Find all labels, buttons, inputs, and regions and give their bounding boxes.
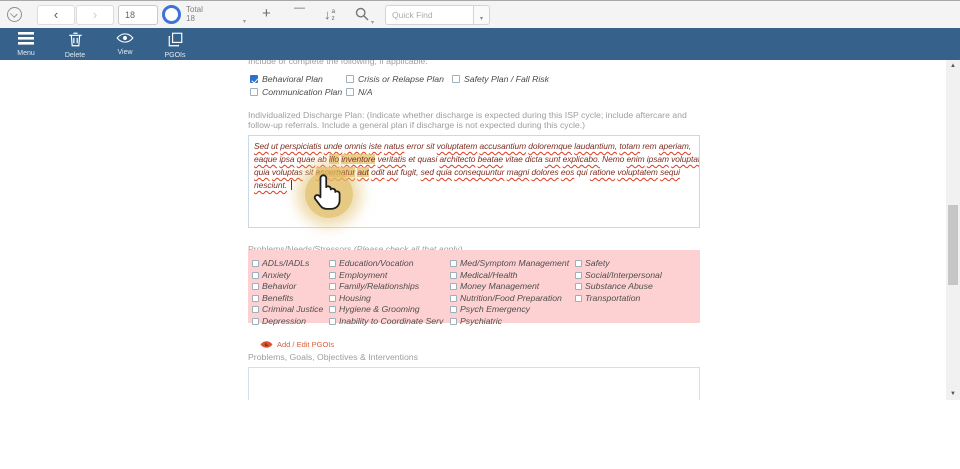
stressor-item: Substance Abuse [575, 276, 662, 288]
stressor-item: Benefits [252, 288, 323, 300]
sort-z-label: z [332, 15, 336, 22]
menubar-item-pgois[interactable]: PGOIs [152, 28, 198, 60]
total-value: 18 [186, 14, 195, 23]
stressor-item: Education/Vocation [329, 253, 443, 265]
communication-plan-checkbox[interactable] [250, 88, 258, 96]
vertical-scrollbar[interactable]: ▲ ▼ [946, 60, 960, 400]
scroll-down-arrow[interactable]: ▼ [946, 391, 960, 397]
discharge-plan-label: Individualized Discharge Plan: (Indicate… [248, 110, 703, 130]
pgoi-section-label: Problems, Goals, Objectives & Interventi… [248, 352, 418, 362]
checkbox-safety-plan: Safety Plan / Fall Risk [452, 69, 549, 87]
stressor-label: Transportation [585, 293, 640, 303]
stressor-checkbox[interactable] [252, 318, 259, 325]
stressor-item: Money Management [450, 276, 569, 288]
na-checkbox[interactable] [346, 88, 354, 96]
sort-arrow-icon: ↓ [324, 6, 331, 23]
search-dropdown-caret[interactable]: ▾ [371, 19, 374, 26]
stressor-label: Inability to Coordinate Serv [339, 316, 443, 326]
safety-plan-label: Safety Plan / Fall Risk [464, 74, 549, 84]
quick-find-input[interactable] [385, 5, 473, 25]
stressor-item: Criminal Justice [252, 299, 323, 311]
stressor-column-2: Education/VocationEmploymentFamily/Relat… [329, 253, 443, 322]
sort-a-label: a [332, 8, 336, 15]
stressors-checkbox-panel: ADLs/IADLsAnxietyBehaviorBenefitsCrimina… [248, 250, 700, 323]
pgoi-textarea[interactable] [248, 367, 700, 400]
stressor-item: Med/Symptom Management [450, 253, 569, 265]
hand-cursor-icon [306, 170, 346, 217]
eye-icon [260, 340, 273, 349]
scroll-up-arrow[interactable]: ▲ [946, 63, 960, 69]
safety-plan-checkbox[interactable] [452, 75, 460, 83]
stressor-item: Nutrition/Food Preparation [450, 288, 569, 300]
stressor-item: Safety [575, 253, 662, 265]
search-icon [355, 7, 369, 21]
stressor-item: Behavior [252, 276, 323, 288]
record-number-input[interactable] [118, 5, 158, 25]
add-edit-pgois-label: Add / Edit PGOIs [277, 340, 334, 349]
stressor-checkbox[interactable] [575, 295, 582, 302]
stressor-item: ADLs/IADLs [252, 253, 323, 265]
checkbox-communication-plan: Communication Plan [250, 82, 342, 100]
stressor-item: Social/Interpersonal [575, 265, 662, 277]
sort-button[interactable]: ↓ az [324, 6, 335, 23]
menubar-item-menu[interactable]: Menu [3, 28, 49, 60]
total-dropdown-caret[interactable]: ▾ [243, 18, 246, 25]
stressor-item: Inability to Coordinate Serv [329, 311, 443, 323]
stressor-checkbox[interactable] [450, 318, 457, 325]
total-ring-icon [162, 5, 181, 24]
stressor-item: Family/Relationships [329, 276, 443, 288]
add-record-button[interactable]: + [262, 5, 271, 22]
menubar-label: Delete [52, 52, 98, 60]
quick-find-dropdown-button[interactable]: ▾ [473, 5, 490, 25]
eye-icon [116, 32, 134, 44]
caret-down-icon: ▾ [480, 16, 483, 22]
stressor-item: Anxiety [252, 265, 323, 277]
stressor-column-1: ADLs/IADLsAnxietyBehaviorBenefitsCrimina… [252, 253, 323, 322]
collapse-toolbar-button[interactable] [7, 7, 22, 22]
search-button[interactable] [355, 7, 369, 26]
total-label: Total [186, 5, 203, 14]
hamburger-icon [18, 32, 34, 45]
stressor-checkbox[interactable] [329, 318, 336, 325]
stressor-column-4: SafetySocial/InterpersonalSubstance Abus… [575, 253, 662, 299]
action-menubar: Menu Delete View PGOIs [0, 28, 960, 60]
trash-icon [68, 32, 83, 47]
stressor-item: Employment [329, 265, 443, 277]
pages-icon [168, 32, 183, 47]
stressor-column-3: Med/Symptom ManagementMedical/HealthMone… [450, 253, 569, 322]
text-cursor [291, 180, 292, 190]
chevron-down-icon [11, 10, 18, 17]
menubar-label: PGOIs [152, 52, 198, 60]
menubar-item-delete[interactable]: Delete [52, 28, 98, 60]
stressor-item: Hygiene & Grooming [329, 299, 443, 311]
menubar-label: View [102, 49, 148, 57]
stressor-label: Psychiatric [460, 316, 502, 326]
application-window: Include or complete the following, if ap… [0, 0, 960, 400]
remove-record-button[interactable]: — [294, 2, 305, 14]
previous-record-button[interactable]: ‹ [37, 5, 75, 25]
communication-plan-label: Communication Plan [262, 87, 342, 97]
navigation-toolbar: ‹ › Total 18 ▾ + — ↓ az ▾ ▾ [0, 0, 960, 28]
menubar-item-view[interactable]: View [102, 28, 148, 60]
na-label: N/A [358, 87, 372, 97]
scrollbar-thumb[interactable] [948, 205, 958, 285]
stressor-label: Depression [262, 316, 306, 326]
menubar-label: Menu [3, 50, 49, 58]
checkbox-na: N/A [346, 82, 372, 100]
next-record-button[interactable]: › [76, 5, 114, 25]
